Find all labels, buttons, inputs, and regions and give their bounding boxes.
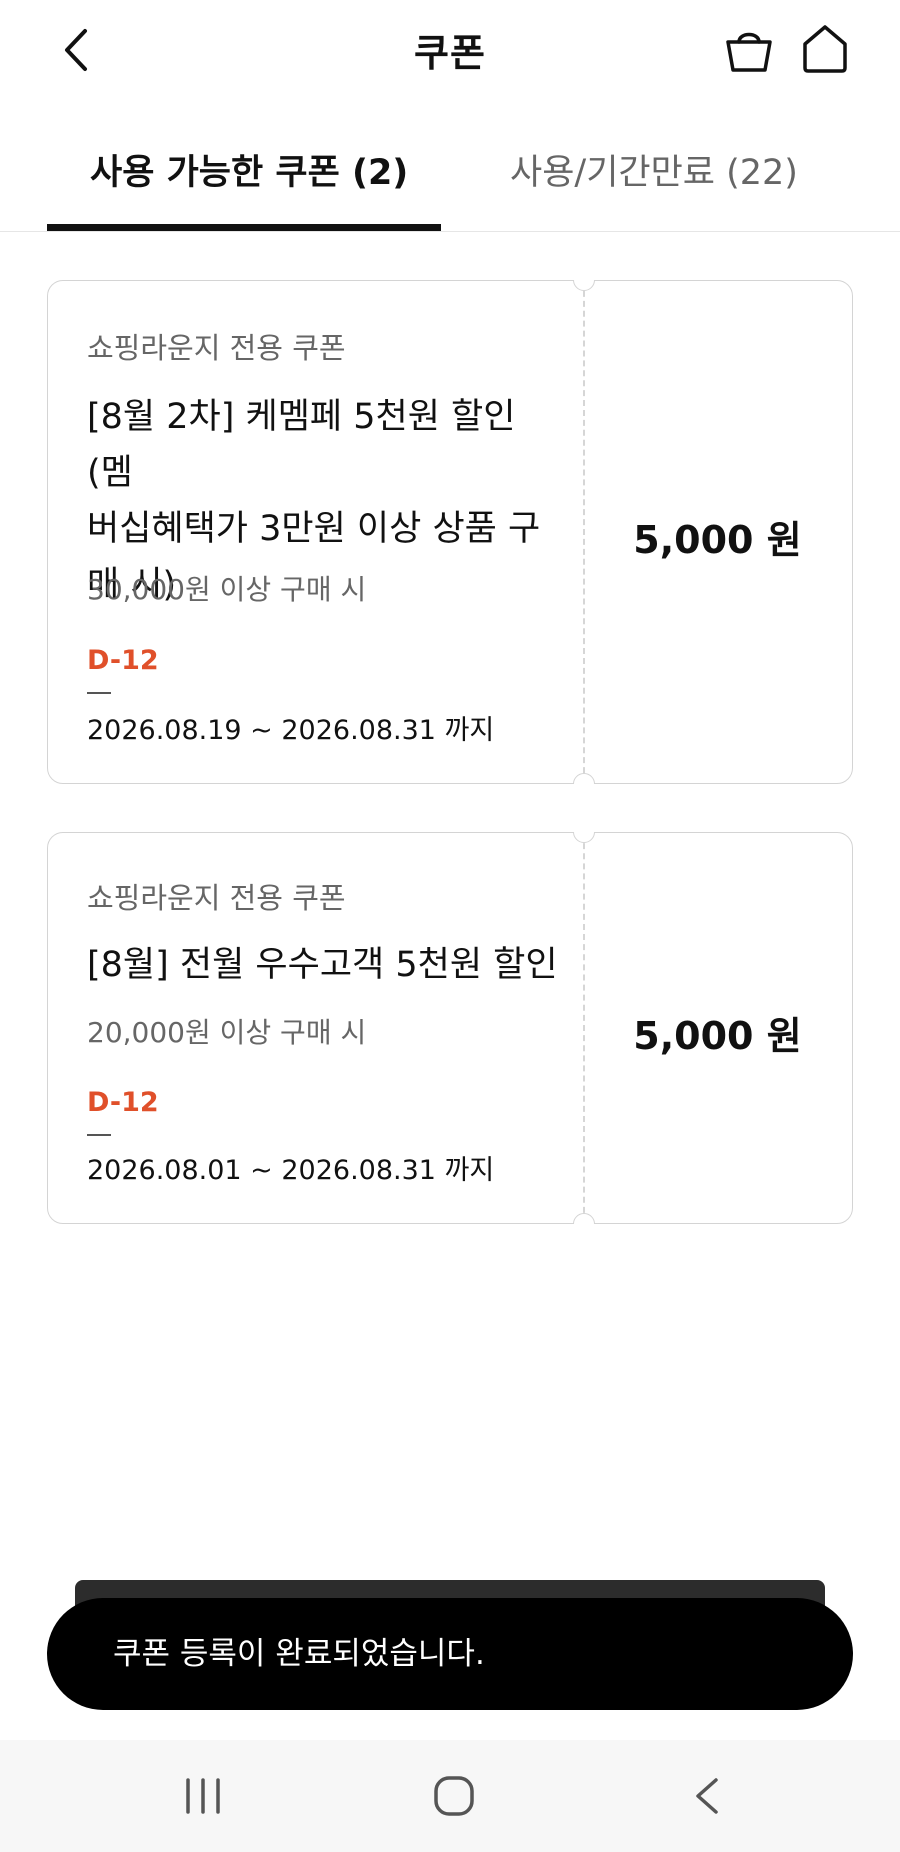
tab-used-expired[interactable]: 사용/기간만료 (22) — [510, 144, 798, 195]
coupon-title-line: [8월 2차] 케멤페 5천원 할인 (멤 — [87, 397, 516, 493]
coupon-label: 쇼핑라운지 전용 쿠폰 — [87, 331, 346, 365]
coupon-condition: 30,000원 이상 구매 시 — [87, 573, 367, 606]
coupon-notch — [573, 832, 595, 843]
coupon-label: 쇼핑라운지 전용 쿠폰 — [87, 881, 346, 915]
coupon-amount: 5,000 원 — [633, 1014, 802, 1058]
coupon-notch — [573, 1213, 595, 1224]
toast-message: 쿠폰 등록이 완료되었습니다. — [47, 1598, 853, 1710]
coupon-dash — [87, 1134, 111, 1136]
home-button[interactable] — [800, 22, 850, 76]
system-back-button[interactable] — [686, 1768, 726, 1824]
coupon-title-line: [8월] 전월 우수고객 5천원 할인 — [87, 945, 558, 985]
rounded-square-home-icon — [434, 1776, 474, 1816]
coupon-tabs: 사용 가능한 쿠폰 (2) 사용/기간만료 (22) — [0, 120, 900, 232]
coupon-notch — [573, 773, 595, 784]
coupon-card[interactable]: 쇼핑라운지 전용 쿠폰 [8월 2차] 케멤페 5천원 할인 (멤 버십혜택가 … — [47, 280, 853, 784]
shopping-bag-icon — [726, 32, 772, 72]
chevron-left-icon — [696, 1778, 718, 1814]
coupon-condition: 20,000원 이상 구매 시 — [87, 1016, 367, 1049]
coupon-dash — [87, 692, 111, 694]
coupon-notch — [573, 280, 595, 291]
system-home-button[interactable] — [425, 1768, 483, 1824]
system-nav-bar — [0, 1740, 900, 1852]
coupon-page: 쿠폰 사용 가능한 쿠폰 (2) 사용/기간만료 (22) 쇼핑라운지 전용 쿠… — [0, 0, 900, 1852]
top-app-bar: 쿠폰 — [0, 0, 900, 100]
recent-apps-icon — [186, 1778, 220, 1814]
coupon-title-line: 버십혜택가 3만원 이상 상품 구 — [87, 509, 541, 549]
coupon-period: 2026.08.01 ~ 2026.08.31 까지 — [87, 1155, 495, 1186]
tab-available-coupons[interactable]: 사용 가능한 쿠폰 (2) — [90, 144, 408, 195]
coupon-period: 2026.08.19 ~ 2026.08.31 까지 — [87, 715, 495, 746]
active-tab-indicator — [47, 224, 441, 231]
home-icon — [803, 25, 847, 73]
coupon-amount: 5,000 원 — [633, 518, 802, 562]
coupon-title: [8월] 전월 우수고객 5천원 할인 — [87, 937, 567, 993]
coupon-dday: D-12 — [87, 1087, 159, 1118]
recent-apps-button[interactable] — [178, 1768, 228, 1824]
coupon-dday: D-12 — [87, 645, 159, 676]
coupon-card[interactable]: 쇼핑라운지 전용 쿠폰 [8월] 전월 우수고객 5천원 할인 20,000원 … — [47, 832, 853, 1224]
cart-button[interactable] — [724, 24, 774, 76]
